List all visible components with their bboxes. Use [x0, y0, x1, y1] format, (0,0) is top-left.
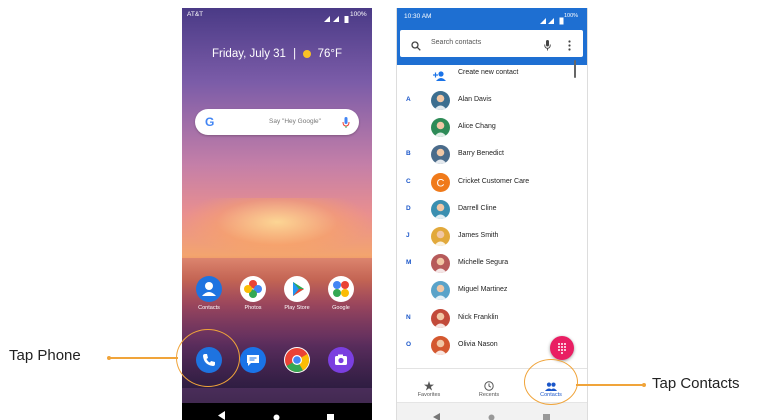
avatar [431, 335, 450, 355]
photos-app-icon[interactable] [240, 276, 266, 302]
contact-row[interactable]: M Michelle Segura [397, 250, 587, 277]
contact-row[interactable]: A Alan Davis [397, 87, 587, 114]
status-bar: 10:30 AM 100% [397, 8, 587, 25]
contact-row[interactable]: D Darrell Cline [397, 196, 587, 223]
section-letter: N [406, 313, 411, 321]
home-icon[interactable] [488, 408, 495, 420]
tab-recents[interactable]: Recents [459, 369, 519, 403]
tap-contacts-callout: Tap Contacts [652, 375, 740, 392]
section-letter: D [406, 204, 411, 212]
contact-name: Michelle Segura [458, 259, 509, 267]
app-label-photos: Photos [244, 305, 262, 311]
section-letter: A [406, 96, 411, 103]
avatar-initial: C [437, 177, 445, 189]
avatar [431, 118, 450, 138]
home-icon[interactable] [273, 408, 280, 420]
contact-name: Cricket Customer Care [458, 177, 530, 185]
search-contacts-field[interactable]: Search contacts [400, 30, 583, 57]
contact-row[interactable]: J James Smith [397, 223, 587, 250]
temperature-label: 76°F [317, 48, 342, 60]
battery-icon [344, 10, 349, 28]
more-options-icon[interactable] [568, 38, 571, 56]
battery-label: 100% [564, 13, 579, 19]
avatar [431, 254, 450, 274]
recents-icon[interactable] [543, 408, 550, 420]
phone-highlight-ring [176, 329, 240, 387]
battery-label: 100% [350, 11, 367, 18]
dialpad-icon [558, 343, 566, 354]
dialpad-fab[interactable] [550, 336, 574, 360]
add-person-icon [433, 68, 447, 86]
contact-row[interactable]: C C Cricket Customer Care [397, 169, 587, 196]
avatar [431, 281, 450, 301]
avatar [431, 145, 450, 165]
app-label-play-store: Play Store [284, 305, 310, 311]
separator: | [293, 48, 297, 60]
camera-app-icon[interactable] [328, 347, 354, 373]
avatar: C [431, 172, 450, 192]
contact-name: Miguel Martinez [458, 286, 508, 294]
section-letter: J [406, 232, 410, 239]
contact-name: Barry Benedict [458, 150, 504, 158]
time-label: 10:30 AM [404, 13, 432, 20]
contact-name: Alice Chang [458, 123, 496, 131]
app-label-google: Google [332, 305, 350, 311]
contact-name: James Smith [458, 232, 499, 239]
section-letter: C [406, 177, 411, 185]
section-letter: B [406, 150, 411, 158]
app-bar: Search contacts [397, 25, 587, 65]
google-search-bar[interactable]: G Say "Hey Google" [195, 109, 359, 135]
contact-name: Darrell Cline [458, 204, 497, 212]
navigation-bar [397, 402, 587, 420]
search-hint: Say "Hey Google" [269, 118, 321, 125]
contact-row[interactable]: Miguel Martinez [397, 277, 587, 304]
back-icon[interactable] [218, 407, 226, 420]
mic-icon[interactable] [544, 38, 551, 56]
tap-phone-callout: Tap Phone [9, 347, 81, 364]
wallpaper-glow [182, 198, 372, 258]
date-weather-widget[interactable]: Friday, July 31 | 76°F [182, 48, 372, 60]
contacts-screen: 10:30 AM 100% Search contacts Create new… [396, 8, 588, 420]
contacts-highlight-ring [524, 359, 578, 405]
google-logo-icon: G [205, 115, 215, 129]
search-placeholder: Search contacts [431, 39, 482, 46]
messages-app-icon[interactable] [240, 347, 266, 373]
contacts-app-icon[interactable] [196, 276, 222, 302]
tab-favorites-label: Favorites [417, 392, 441, 398]
tab-favorites[interactable]: Favorites [399, 369, 459, 403]
callout-line [576, 384, 643, 386]
contact-name: Olivia Nason [458, 340, 498, 348]
signal-icon [322, 10, 344, 28]
date-label: Friday, July 31 [212, 48, 286, 60]
chrome-app-icon[interactable] [284, 347, 310, 373]
contact-row[interactable]: N Nick Franklin [397, 305, 587, 332]
carrier-label: AT&T [187, 11, 204, 18]
create-contact-label: Create new contact [458, 69, 519, 76]
weather-sun-icon [303, 50, 312, 58]
contact-row[interactable]: Alice Chang [397, 114, 587, 141]
tab-recents-label: Recents [478, 392, 500, 398]
avatar [431, 199, 450, 219]
mic-icon[interactable] [342, 116, 350, 134]
section-letter: M [406, 259, 412, 267]
avatar [431, 308, 450, 328]
play-store-icon[interactable] [284, 276, 310, 302]
avatar [431, 227, 450, 246]
create-contact-row[interactable]: Create new contact [397, 60, 587, 87]
app-label-contacts: Contacts [198, 305, 220, 311]
search-icon [411, 38, 421, 56]
contact-name: Nick Franklin [458, 313, 499, 321]
avatar [431, 91, 450, 110]
callout-dot [642, 383, 646, 387]
navigation-bar [182, 403, 372, 420]
recents-icon[interactable] [327, 408, 334, 420]
callout-line [110, 357, 178, 359]
back-icon[interactable] [433, 408, 440, 420]
contact-name: Alan Davis [458, 96, 492, 103]
contact-row[interactable]: B Barry Benedict [397, 141, 587, 168]
section-letter: O [406, 340, 412, 348]
google-folder-icon[interactable] [328, 276, 354, 302]
